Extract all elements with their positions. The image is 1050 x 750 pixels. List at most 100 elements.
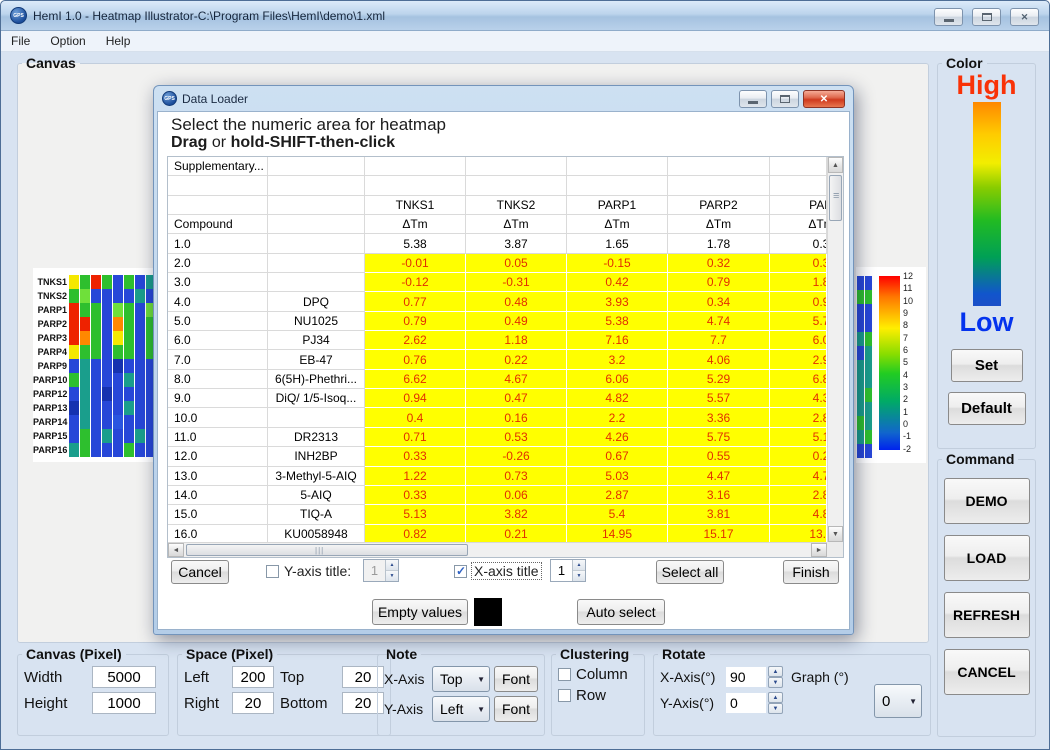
table-header-cell[interactable] [365,176,466,195]
table-cell[interactable]: 3.16 [668,486,770,505]
menu-file[interactable]: File [1,32,40,50]
table-cell[interactable]: 0.42 [567,273,668,292]
width-field[interactable]: 5000 [92,666,156,688]
table-cell[interactable]: 7.0 [168,350,268,369]
table-header-cell[interactable] [770,157,827,176]
table-cell[interactable]: 7.7 [668,331,770,350]
table-cell[interactable]: -0.01 [365,254,466,273]
table-cell[interactable]: 13.0 [168,467,268,486]
table-cell[interactable]: 5.0 [168,312,268,331]
rotate-x-axis-field[interactable]: 90 [726,667,766,687]
dialog-title-bar[interactable]: GPS Data Loader ✕ [157,86,850,111]
table-cell[interactable]: 0.76 [365,350,466,369]
table-cell[interactable]: 0.48 [466,292,567,311]
table-header-cell[interactable]: Compound [168,215,268,234]
table-cell[interactable]: TIQ-A [268,505,365,524]
table-cell[interactable]: 5.38 [567,312,668,331]
table-cell[interactable]: 3-Methyl-5-AIQ [268,467,365,486]
table-header-cell[interactable] [168,196,268,215]
default-button[interactable]: Default [948,392,1026,425]
table-cell[interactable]: DiQ/ 1/5-Isoq... [268,389,365,408]
table-cell[interactable]: 0.79 [365,312,466,331]
spin-up-icon[interactable]: ▲ [573,560,585,571]
table-cell[interactable]: 2.87 [567,486,668,505]
spin-down-icon[interactable]: ▼ [573,571,585,581]
table-cell[interactable] [268,254,365,273]
table-cell[interactable]: -0.31 [466,273,567,292]
table-cell[interactable]: 13.7 [770,525,827,542]
table-header-cell[interactable]: TNKS2 [466,196,567,215]
table-cell[interactable]: NU1025 [268,312,365,331]
data-table[interactable]: Supplementary...TNKS1TNKS2PARP1PARP2PARC… [168,157,827,542]
space-right-field[interactable]: 20 [232,692,274,714]
table-cell[interactable]: 0.71 [365,428,466,447]
vertical-scrollbar[interactable]: ▲ ▼ [827,157,843,542]
table-cell[interactable]: 15.17 [668,525,770,542]
y-axis-position-dropdown[interactable]: Left▼ [432,696,490,722]
spin-up-icon[interactable]: ▲ [768,692,783,703]
table-cell[interactable]: 2.0 [168,254,268,273]
table-cell[interactable]: EB-47 [268,350,365,369]
table-cell[interactable]: 6.8 [770,370,827,389]
table-header-cell[interactable]: ΔTm [668,215,770,234]
table-cell[interactable]: 4.06 [668,350,770,369]
table-cell[interactable]: 0.21 [466,525,567,542]
table-cell[interactable]: 14.95 [567,525,668,542]
table-cell[interactable]: 0.22 [466,350,567,369]
y-axis-font-button[interactable]: Font [494,696,538,722]
set-button[interactable]: Set [951,349,1023,382]
table-header-cell[interactable]: TNKS1 [365,196,466,215]
table-cell[interactable]: KU0058948 [268,525,365,542]
spin-down-icon[interactable]: ▼ [768,703,783,714]
table-cell[interactable]: 3.87 [466,234,567,253]
table-header-cell[interactable]: ΔTm [770,215,827,234]
table-cell[interactable]: 4.82 [567,389,668,408]
vertical-scroll-thumb[interactable] [829,175,842,221]
table-cell[interactable]: 0.4 [365,408,466,427]
table-cell[interactable]: 0.34 [668,292,770,311]
table-header-cell[interactable] [268,215,365,234]
table-cell[interactable]: 9.0 [168,389,268,408]
table-cell[interactable]: 0.06 [466,486,567,505]
table-cell[interactable]: 7.16 [567,331,668,350]
table-header-cell[interactable]: ΔTm [466,215,567,234]
table-header-cell[interactable] [268,196,365,215]
table-cell[interactable]: 0.55 [668,447,770,466]
table-cell[interactable]: 5.29 [668,370,770,389]
table-cell[interactable]: 4.3 [770,389,827,408]
table-header-cell[interactable] [668,176,770,195]
table-cell[interactable]: 0.3 [770,254,827,273]
demo-button[interactable]: DEMO [944,478,1030,524]
graph-rotate-dropdown[interactable]: 0▼ [874,684,922,718]
table-header-cell[interactable]: ΔTm [365,215,466,234]
table-cell[interactable]: 1.78 [668,234,770,253]
table-header-cell[interactable] [567,176,668,195]
table-header-cell[interactable]: PARP1 [567,196,668,215]
table-cell[interactable]: 3.81 [668,505,770,524]
clustering-column-checkbox[interactable] [558,668,571,681]
empty-values-color-swatch[interactable] [474,598,502,626]
table-cell[interactable]: 0.79 [668,273,770,292]
table-cell[interactable]: 12.0 [168,447,268,466]
table-cell[interactable] [268,234,365,253]
table-cell[interactable]: 2.2 [567,408,668,427]
table-cell[interactable]: 5.7 [770,312,827,331]
table-header-cell[interactable] [466,176,567,195]
table-cell[interactable]: 0.32 [668,254,770,273]
table-cell[interactable]: 0.2 [770,447,827,466]
auto-select-button[interactable]: Auto select [577,599,665,625]
title-bar[interactable]: GPS HemI 1.0 - Heatmap Illustrator-C:\Pr… [1,1,1049,31]
table-cell[interactable]: 5-AIQ [268,486,365,505]
table-cell[interactable]: 15.0 [168,505,268,524]
table-cell[interactable]: INH2BP [268,447,365,466]
empty-values-button[interactable]: Empty values [372,599,468,625]
heatmap-preview-right[interactable]: 1211109876543210-1-2 [856,267,926,463]
table-header-cell[interactable]: Supplementary... [168,157,268,176]
table-cell[interactable]: 6.0 [770,331,827,350]
finish-button[interactable]: Finish [783,560,839,584]
table-cell[interactable]: PJ34 [268,331,365,350]
table-header-cell[interactable] [365,157,466,176]
spin-down-icon[interactable]: ▼ [386,571,398,581]
load-button[interactable]: LOAD [944,535,1030,581]
table-cell[interactable]: 4.74 [668,312,770,331]
